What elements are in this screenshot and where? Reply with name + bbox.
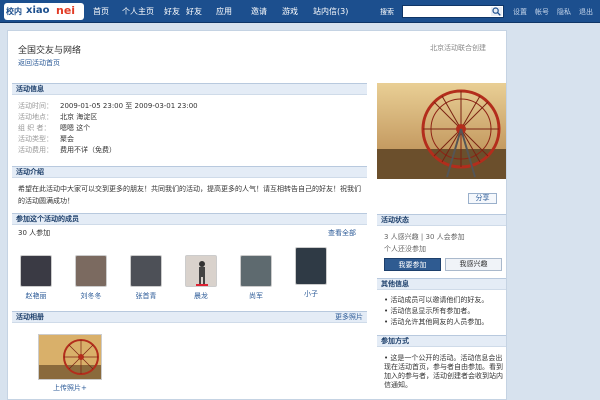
member-name[interactable]: 赵艳丽 [16,291,56,301]
logout-link[interactable]: 退出 [579,7,593,17]
nav-messages[interactable]: 站内信(3) [313,6,348,17]
info-row: 组 织 者： 嗯嗯 这个 [18,123,90,133]
section-title: 其他信息 [381,280,409,288]
ferris-wheel-image [39,335,101,379]
nav-apps[interactable]: 应用 [216,6,232,17]
back-link[interactable]: 返回活动首页 [18,58,60,68]
search-button[interactable] [491,7,502,16]
member-count: 30 人参加 [18,229,51,237]
view-all-link[interactable]: 查看全部 [328,228,356,238]
avatar[interactable] [185,255,217,287]
section-header-photos: 活动相册 更多照片 [12,311,367,323]
other-info-item: • 活动信息显示所有参加者。 [384,307,475,315]
search-input[interactable] [403,6,489,17]
nav-friends-2[interactable]: 好友 [186,6,202,17]
share-button[interactable]: 分享 [468,193,497,204]
other-info-item: • 活动允许其他网友的人员参加。 [384,318,489,326]
how-to-join-text: • 这是一个公开的活动。活动信息会出现在活动首页，参与者自由参加。看到加入的参与… [384,354,503,389]
section-title: 活动状态 [381,216,409,224]
nav-invite[interactable]: 邀请 [251,6,267,17]
avatar[interactable] [295,247,327,285]
member-name[interactable]: 晨龙 [181,291,221,301]
search-icon [492,7,501,16]
section-title: 参加方式 [381,337,409,345]
settings-link[interactable]: 设置 [513,7,527,17]
section-header-how: 参加方式 [377,335,506,347]
nav-friends-1[interactable]: 好友 [164,6,180,17]
section-header-members: 参加这个活动的成员 [12,213,367,225]
event-photo[interactable] [377,83,506,179]
nav-profile[interactable]: 个人主页 [122,6,154,17]
section-header-info: 活动信息 [12,83,367,95]
other-info-item: • 活动成员可以邀请他们的好友。 [384,296,489,304]
member-card[interactable]: 张首青 [126,255,166,301]
interest-button[interactable]: 我感兴趣 [445,258,502,271]
avatar[interactable] [75,255,107,287]
avatar[interactable] [130,255,162,287]
info-key: 活动地点： [18,113,53,121]
opened-by[interactable]: 北京活动联合创建 [430,43,486,53]
info-value: 2009-01-05 23:00 至 2009-03-01 23:00 [60,102,198,110]
status-self: 个人还没参加 [384,245,426,253]
member-card[interactable]: 赵艳丽 [16,255,56,301]
album-thumbnail[interactable] [38,334,102,380]
info-key: 组 织 者： [18,124,51,132]
info-key: 活动时间： [18,102,53,110]
member-name[interactable]: 尚军 [236,291,276,301]
logo-part-3: nei [56,4,76,17]
info-row: 活动地点： 北京 海淀区 [18,112,97,122]
info-key: 活动费用： [18,146,53,154]
other-info-text: 活动允许其他网友的人员参加。 [390,318,489,326]
other-info-text: 活动成员可以邀请他们的好友。 [390,296,489,304]
person-figure [196,261,208,286]
info-value: 费用不详（免费） [60,146,116,154]
section-title: 活动介绍 [16,168,44,176]
info-value[interactable]: 嗯嗯 这个 [60,124,90,132]
nav-home[interactable]: 首页 [93,6,109,17]
logo-part-2: xiao [26,5,50,16]
page-title: 全国交友与网络 [18,46,82,56]
info-row: 活动时间： 2009-01-05 23:00 至 2009-03-01 23:00 [18,101,198,111]
more-photos-link[interactable]: 更多照片 [335,312,363,323]
avatar[interactable] [240,255,272,287]
top-bar: 校内 xiao nei 首页 个人主页 好友 好友 应用 邀请 游戏 站内信(3… [0,0,600,23]
join-button[interactable]: 我要参加 [384,258,441,271]
member-name[interactable]: 刘冬冬 [71,291,111,301]
intro-text: 希望在此活动中大家可以交到更多的朋友！共同我们的活动，提高更多的人气！请互相转告… [18,185,361,205]
member-name[interactable]: 张首青 [126,291,166,301]
info-key: 活动类型： [18,135,53,143]
section-header-status: 活动状态 [377,214,506,226]
info-row: 活动费用： 费用不详（免费） [18,145,116,155]
status-counts[interactable]: 3 人感兴趣 | 30 人会参加 [384,232,465,242]
member-card[interactable]: 尚军 [236,255,276,301]
info-row: 活动类型： 聚会 [18,134,74,144]
account-link[interactable]: 帐号 [535,7,549,17]
member-name[interactable]: 小子 [291,289,331,299]
section-header-other: 其他信息 [377,278,506,290]
section-header-intro: 活动介绍 [12,166,367,178]
other-info-text: 活动信息显示所有参加者。 [390,307,475,315]
privacy-link[interactable]: 隐私 [557,7,571,17]
site-logo[interactable]: 校内 xiao nei [4,3,84,20]
section-title: 活动相册 [16,313,44,321]
info-value: 聚会 [60,135,74,143]
section-title: 参加这个活动的成员 [16,215,79,223]
info-value[interactable]: 北京 海淀区 [60,113,97,121]
logo-part-1: 校内 [6,7,22,16]
nav-games[interactable]: 游戏 [282,6,298,17]
member-card[interactable]: 刘冬冬 [71,255,111,301]
avatar[interactable] [20,255,52,287]
search-box [402,5,504,18]
member-card[interactable]: 晨龙 [181,255,221,301]
ferris-wheel-image [377,83,506,179]
upload-photo-link[interactable]: 上传照片+ [53,383,87,393]
main-panel: 全国交友与网络 返回活动首页 北京活动联合创建 活动信息 活动时间： 2009-0… [7,30,507,400]
member-card[interactable]: 小子 [291,247,331,299]
section-title: 活动信息 [16,85,44,93]
search-label: 搜索 [380,8,394,16]
